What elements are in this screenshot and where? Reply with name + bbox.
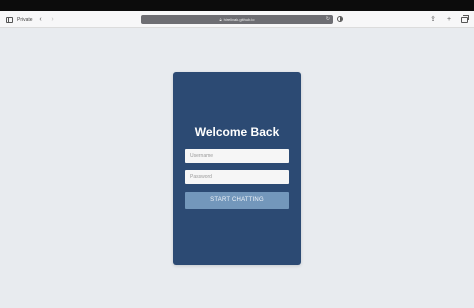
toolbar-left-group: Private ‹ › xyxy=(6,14,57,25)
page-title: Welcome Back xyxy=(194,125,280,139)
browser-toolbar: Private ‹ › 🔒︎ hirelivak.github.io ↻ ⇪ + xyxy=(0,11,474,28)
address-bar[interactable]: 🔒︎ hirelivak.github.io ↻ xyxy=(141,15,333,24)
url-text: hirelivak.github.io xyxy=(223,17,255,22)
password-field[interactable] xyxy=(185,170,289,184)
tabs-overview-icon[interactable] xyxy=(461,14,469,23)
back-icon[interactable]: ‹ xyxy=(37,14,45,25)
reload-icon[interactable]: ↻ xyxy=(326,16,330,23)
lock-icon: 🔒︎ xyxy=(219,17,222,22)
new-tab-icon[interactable]: + xyxy=(445,14,453,25)
forward-icon[interactable]: › xyxy=(49,14,57,25)
start-chatting-button[interactable]: START CHATTING xyxy=(185,192,289,209)
reader-icon[interactable] xyxy=(337,16,343,22)
share-icon[interactable]: ⇪ xyxy=(429,14,437,25)
toolbar-right-group: ⇪ + xyxy=(429,14,469,25)
login-card xyxy=(173,72,301,265)
top-system-bar xyxy=(0,0,474,11)
sidebar-icon[interactable] xyxy=(6,16,13,23)
private-label: Private xyxy=(17,16,33,23)
username-field[interactable] xyxy=(185,149,289,163)
